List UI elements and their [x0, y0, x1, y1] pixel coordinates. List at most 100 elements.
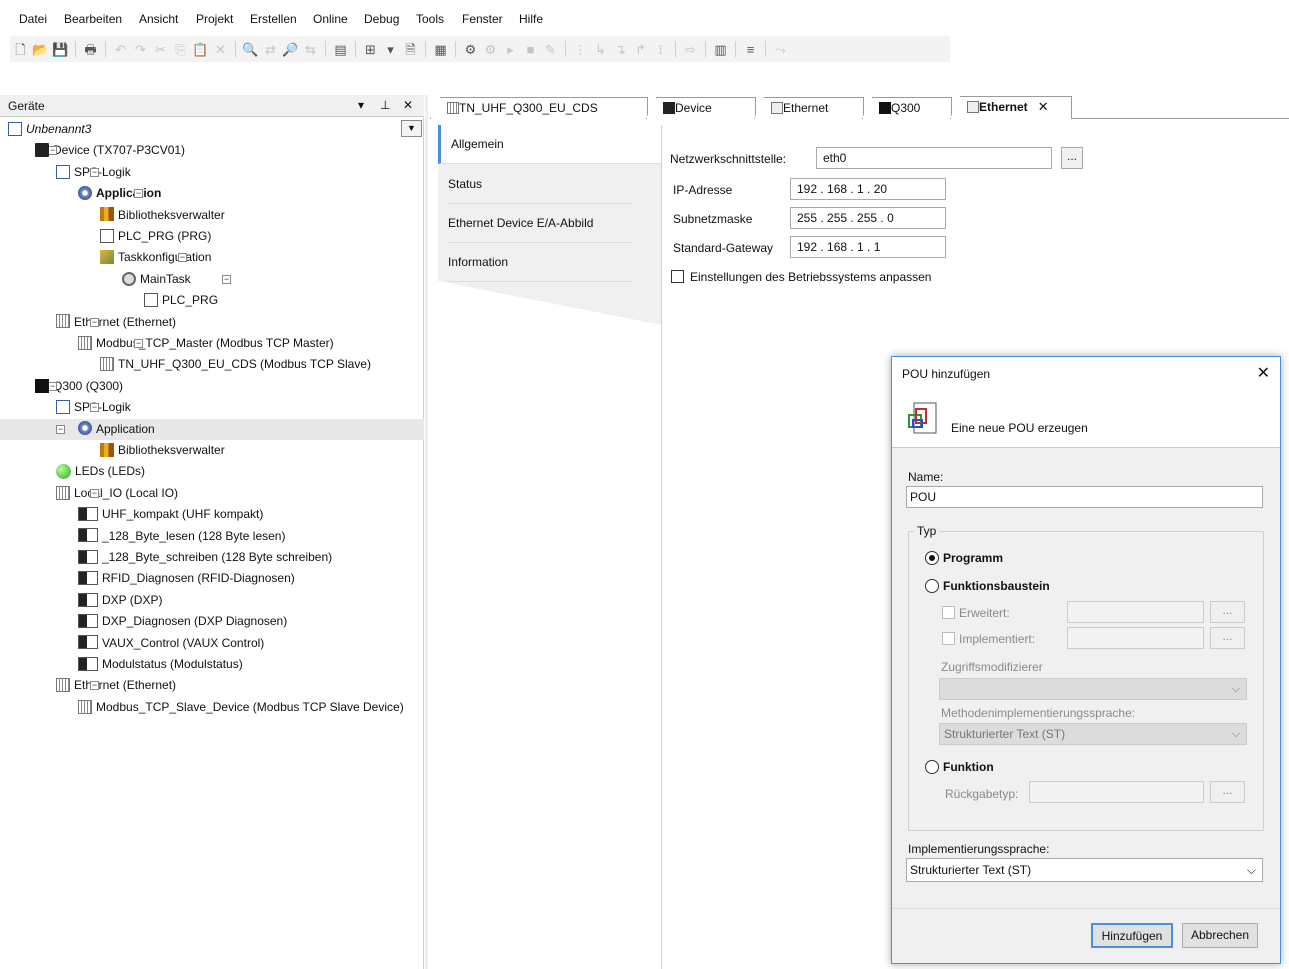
- collapse-icon[interactable]: −: [90, 403, 99, 413]
- subtab-ea-abbild[interactable]: Ethernet Device E/A-Abbild: [448, 204, 633, 243]
- radio-programm[interactable]: [925, 551, 939, 565]
- tree-node[interactable]: _128_Byte_lesen (128 Byte lesen): [78, 526, 285, 547]
- tree-node[interactable]: − Application: [0, 418, 424, 440]
- dropdown-icon[interactable]: ▾: [382, 41, 399, 58]
- menu-online[interactable]: Online: [313, 12, 348, 26]
- device-icon[interactable]: ▤: [332, 41, 349, 58]
- tree-node[interactable]: − Application: [78, 183, 161, 204]
- splitter[interactable]: [425, 95, 428, 969]
- step-into-icon[interactable]: ↴: [612, 41, 629, 58]
- breakpoint-icon[interactable]: ⋮: [572, 41, 589, 58]
- collapse-icon[interactable]: −: [134, 189, 143, 199]
- erweitert-field[interactable]: [1067, 601, 1204, 623]
- tree-node[interactable]: _128_Byte_schreiben (128 Byte schreiben): [78, 547, 332, 568]
- panel-menu-icon[interactable]: ▾: [358, 98, 364, 112]
- tab-q300[interactable]: Q300: [862, 97, 952, 119]
- tree-node[interactable]: TN_UHF_Q300_EU_CDS (Modbus TCP Slave): [100, 354, 371, 375]
- tree-node[interactable]: LEDs (LEDs): [56, 461, 145, 482]
- collapse-icon[interactable]: −: [90, 681, 99, 691]
- gateway-field[interactable]: 192 . 168 . 1 . 1: [790, 236, 946, 258]
- erweitert-checkbox[interactable]: [942, 606, 955, 619]
- tree-node[interactable]: − Modbus_TCP_Master (Modbus TCP Master): [78, 333, 334, 354]
- name-field[interactable]: POU: [906, 486, 1263, 508]
- mask-field[interactable]: 255 . 255 . 255 . 0: [790, 207, 946, 229]
- add-button[interactable]: Hinzufügen: [1091, 923, 1173, 948]
- tab-ethernet-active[interactable]: Ethernet ✕: [950, 96, 1072, 119]
- collapse-icon[interactable]: −: [90, 317, 99, 327]
- methoden-select[interactable]: Strukturierter Text (ST) ⌵: [939, 723, 1247, 745]
- find-next-icon[interactable]: 🔎: [282, 41, 299, 58]
- run-to-icon[interactable]: ⇨: [682, 41, 699, 58]
- tab-ethernet[interactable]: Ethernet: [754, 97, 864, 119]
- tree-node[interactable]: PLC_PRG (PRG): [100, 226, 211, 247]
- implementiert-browse-button[interactable]: ...: [1210, 627, 1245, 649]
- rueckgabe-browse-button[interactable]: ...: [1210, 781, 1245, 803]
- menu-hilfe[interactable]: Hilfe: [519, 12, 543, 26]
- radio-funktion[interactable]: [925, 760, 939, 774]
- copy-icon[interactable]: ⎘: [172, 41, 189, 58]
- tree-node[interactable]: − SPS-Logik: [56, 397, 131, 418]
- dialog-close-icon[interactable]: ✕: [1257, 363, 1270, 383]
- ip-field[interactable]: 192 . 168 . 1 . 20: [790, 178, 946, 200]
- tab-tn-uhf[interactable]: TN_UHF_Q300_EU_CDS: [430, 97, 648, 119]
- force-icon[interactable]: ⤳: [772, 41, 789, 58]
- impl-select[interactable]: Strukturierter Text (ST) ⌵: [906, 858, 1263, 882]
- tree-node[interactable]: DXP (DXP): [78, 590, 162, 611]
- add-object-icon[interactable]: ⊞: [362, 41, 379, 58]
- tree-node[interactable]: − Ethernet (Ethernet): [56, 675, 176, 696]
- subtab-status[interactable]: Status: [448, 165, 633, 204]
- rueckgabe-field[interactable]: [1029, 781, 1204, 803]
- subtab-information[interactable]: Information: [448, 243, 633, 282]
- implementiert-checkbox[interactable]: [942, 632, 955, 645]
- menu-datei[interactable]: Datei: [19, 12, 47, 26]
- start-icon[interactable]: ▸: [502, 41, 519, 58]
- tab-device[interactable]: Device: [646, 97, 756, 119]
- logout-icon[interactable]: ⚙: [482, 41, 499, 58]
- radio-funktionsbaustein[interactable]: [925, 579, 939, 593]
- interface-field[interactable]: eth0: [816, 147, 1052, 169]
- collapse-icon[interactable]: −: [222, 274, 231, 284]
- step-over-icon[interactable]: ↳: [592, 41, 609, 58]
- new-project-icon[interactable]: 🗋: [12, 41, 29, 58]
- undo-icon[interactable]: ↶: [112, 41, 129, 58]
- login-icon[interactable]: ⚙: [462, 41, 479, 58]
- erweitert-browse-button[interactable]: ...: [1210, 601, 1245, 623]
- tree-node[interactable]: Unbenannt3: [8, 119, 91, 140]
- tree-node[interactable]: − SPS-Logik: [56, 162, 131, 183]
- find-icon[interactable]: 🔍: [242, 41, 259, 58]
- delete-icon[interactable]: ✕: [212, 41, 229, 58]
- subtab-allgemein[interactable]: Allgemein: [438, 125, 662, 164]
- monitor-icon[interactable]: ▥: [712, 41, 729, 58]
- tree-node[interactable]: − Taskkonfiguration: [100, 247, 211, 268]
- close-tab-icon[interactable]: ✕: [1038, 99, 1049, 114]
- stop-icon[interactable]: ■: [522, 41, 539, 58]
- find-prev-icon[interactable]: ⇆: [302, 41, 319, 58]
- collapse-icon[interactable]: −: [134, 339, 143, 348]
- tree-node[interactable]: VAUX_Control (VAUX Control): [78, 633, 264, 654]
- tree-dropdown-icon[interactable]: ▼: [401, 120, 422, 137]
- tree-node[interactable]: PLC_PRG: [144, 290, 218, 311]
- tree-node[interactable]: − Local_IO (Local IO): [56, 483, 178, 504]
- save-icon[interactable]: 💾: [52, 41, 69, 58]
- tree-node[interactable]: − Ethernet (Ethernet): [56, 312, 176, 333]
- write-values-icon[interactable]: ≡: [742, 41, 759, 58]
- menu-erstellen[interactable]: Erstellen: [250, 12, 297, 26]
- menu-tools[interactable]: Tools: [416, 12, 444, 26]
- os-settings-checkbox[interactable]: [671, 270, 684, 283]
- tree-node[interactable]: − Q300 (Q300): [35, 376, 123, 397]
- cursor-icon[interactable]: ⟟: [652, 41, 669, 58]
- pin-icon[interactable]: ⊥: [380, 98, 390, 112]
- menu-debug[interactable]: Debug: [364, 12, 399, 26]
- cut-icon[interactable]: ✂: [152, 41, 169, 58]
- menu-fenster[interactable]: Fenster: [462, 12, 503, 26]
- reset-icon[interactable]: ✎: [542, 41, 559, 58]
- tree-node[interactable]: UHF_kompakt (UHF kompakt): [78, 504, 263, 525]
- zugriff-select[interactable]: ⌵: [939, 678, 1247, 700]
- tree-node[interactable]: Bibliotheksverwalter: [100, 440, 225, 461]
- step-out-icon[interactable]: ↱: [632, 41, 649, 58]
- tree-node[interactable]: − Device (TX707-P3CV01): [35, 140, 185, 161]
- cancel-button[interactable]: Abbrechen: [1182, 923, 1258, 948]
- collapse-icon[interactable]: −: [48, 146, 57, 156]
- tree-node[interactable]: − MainTask: [122, 269, 231, 290]
- replace-icon[interactable]: ⇄: [262, 41, 279, 58]
